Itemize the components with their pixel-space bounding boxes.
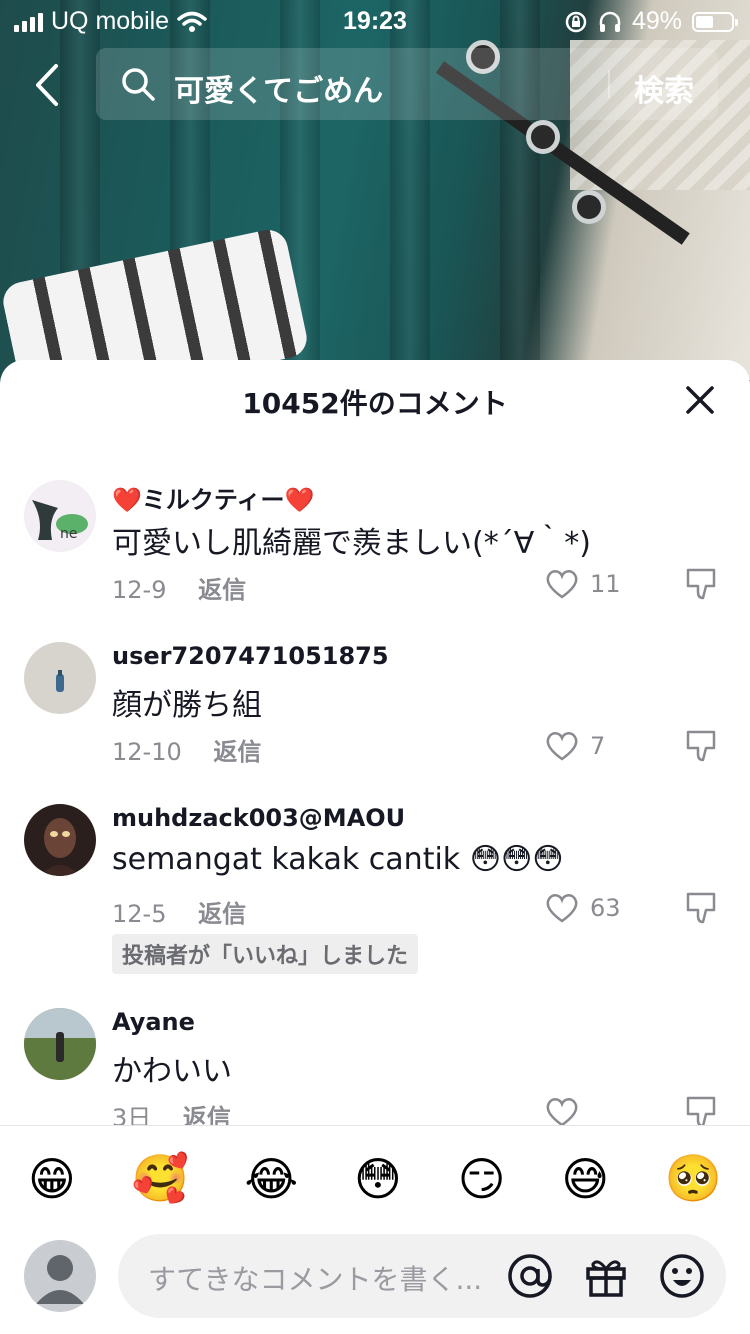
dislike-icon[interactable] xyxy=(684,728,720,764)
dislike-icon[interactable] xyxy=(684,890,720,926)
battery-percent: 49% xyxy=(631,7,682,35)
creator-liked-badge: 投稿者が「いいね」しました xyxy=(112,934,419,974)
rotation-lock-icon xyxy=(565,11,587,32)
comment-date: 12-10 xyxy=(112,738,182,766)
reply-button[interactable]: 返信 xyxy=(198,900,246,928)
comment-username[interactable]: muhdzack003@MAOU xyxy=(112,804,405,832)
comment-meta: 12-5 返信 xyxy=(112,894,246,929)
like-count: 11 xyxy=(590,570,621,598)
comment-date: 3日 xyxy=(112,1104,152,1125)
like-button[interactable]: 7 xyxy=(544,730,605,762)
comments-sheet: 10452件のコメント ne ❤️ミルクティー❤️ 可愛いし肌綺麗で羨ましい(*… xyxy=(0,360,750,1334)
heart-icon xyxy=(546,732,578,761)
comment-composer: すてきなコメントを書く... xyxy=(0,1230,750,1334)
search-button[interactable]: 検索 xyxy=(634,66,694,110)
search-bar[interactable]: 可愛くてごめん 検索 xyxy=(96,48,718,120)
emoji-button[interactable]: 😂 xyxy=(244,1152,298,1206)
my-avatar[interactable] xyxy=(24,1240,96,1312)
comment-input-placeholder: すてきなコメントを書く... xyxy=(148,1263,483,1296)
emoji-button[interactable]: 😳 xyxy=(354,1152,402,1206)
comment-text: かわいい xyxy=(112,1054,232,1089)
chevron-left-icon xyxy=(36,64,58,106)
search-divider xyxy=(608,70,610,98)
emoji-button[interactable]: 😅 xyxy=(561,1152,609,1206)
dislike-icon[interactable] xyxy=(684,1094,720,1125)
emoji-quick-bar: 😁 🥰 😂 😳 😏 😅 🥺 xyxy=(0,1125,750,1231)
comment-date: 12-9 xyxy=(112,576,167,604)
close-icon[interactable] xyxy=(682,382,718,418)
comment-username[interactable]: ❤️ミルクティー❤️ xyxy=(112,480,314,515)
avatar[interactable] xyxy=(24,804,96,876)
back-button[interactable] xyxy=(28,60,68,110)
search-query[interactable]: 可愛くてごめん xyxy=(174,66,383,110)
comment-date: 12-5 xyxy=(112,900,167,928)
comment-text: 顔が勝ち組 xyxy=(112,688,262,723)
status-bar: UQ mobile 19:23 49% xyxy=(0,0,750,42)
comment-username[interactable]: user7207471051875 xyxy=(112,642,389,670)
emoji-picker-icon[interactable] xyxy=(658,1252,706,1300)
emoji-button[interactable]: 🥰 xyxy=(132,1151,189,1206)
curtain-ring xyxy=(572,190,606,224)
heart-icon xyxy=(546,570,578,599)
comment-meta: 12-9 返信 xyxy=(112,570,246,605)
comment-meta: 3日 返信 xyxy=(112,1098,231,1125)
reply-button[interactable]: 返信 xyxy=(198,576,246,604)
comment-username[interactable]: Ayane xyxy=(112,1008,195,1036)
toy-object xyxy=(0,226,311,380)
like-button[interactable] xyxy=(544,1096,590,1125)
reply-button[interactable]: 返信 xyxy=(213,738,261,766)
dislike-icon[interactable] xyxy=(684,566,720,602)
heart-icon xyxy=(546,894,578,923)
heart-icon xyxy=(546,1098,578,1125)
headphones-icon xyxy=(599,11,621,32)
avatar[interactable] xyxy=(24,642,96,714)
avatar[interactable] xyxy=(24,1008,96,1080)
like-count: 63 xyxy=(590,894,621,922)
avatar[interactable]: ne xyxy=(24,480,96,552)
emoji-button[interactable]: 🥺 xyxy=(665,1151,722,1206)
gift-icon[interactable] xyxy=(582,1252,630,1300)
emoji-button[interactable]: 😁 xyxy=(28,1152,76,1206)
search-icon xyxy=(122,68,155,101)
like-button[interactable]: 11 xyxy=(544,568,621,600)
comment-meta: 12-10 返信 xyxy=(112,732,261,767)
comment-count-title: 10452件のコメント xyxy=(242,387,508,420)
comment-text: semangat kakak cantik 😳😳😳 xyxy=(112,842,564,877)
svg-text:ne: ne xyxy=(60,526,78,542)
battery-icon xyxy=(692,11,738,32)
comment-text: 可愛いし肌綺麗で羨ましい(*´∀｀*) xyxy=(112,526,591,561)
mention-icon[interactable] xyxy=(506,1252,554,1300)
comment-input[interactable]: すてきなコメントを書く... xyxy=(118,1234,726,1318)
comment-list[interactable]: ne ❤️ミルクティー❤️ 可愛いし肌綺麗で羨ましい(*´∀｀*) 12-9 返… xyxy=(0,460,750,1125)
like-button[interactable]: 63 xyxy=(544,892,621,924)
reply-button[interactable]: 返信 xyxy=(183,1104,231,1125)
curtain-ring xyxy=(526,120,560,154)
emoji-button[interactable]: 😏 xyxy=(458,1152,506,1206)
like-count: 7 xyxy=(590,732,606,760)
